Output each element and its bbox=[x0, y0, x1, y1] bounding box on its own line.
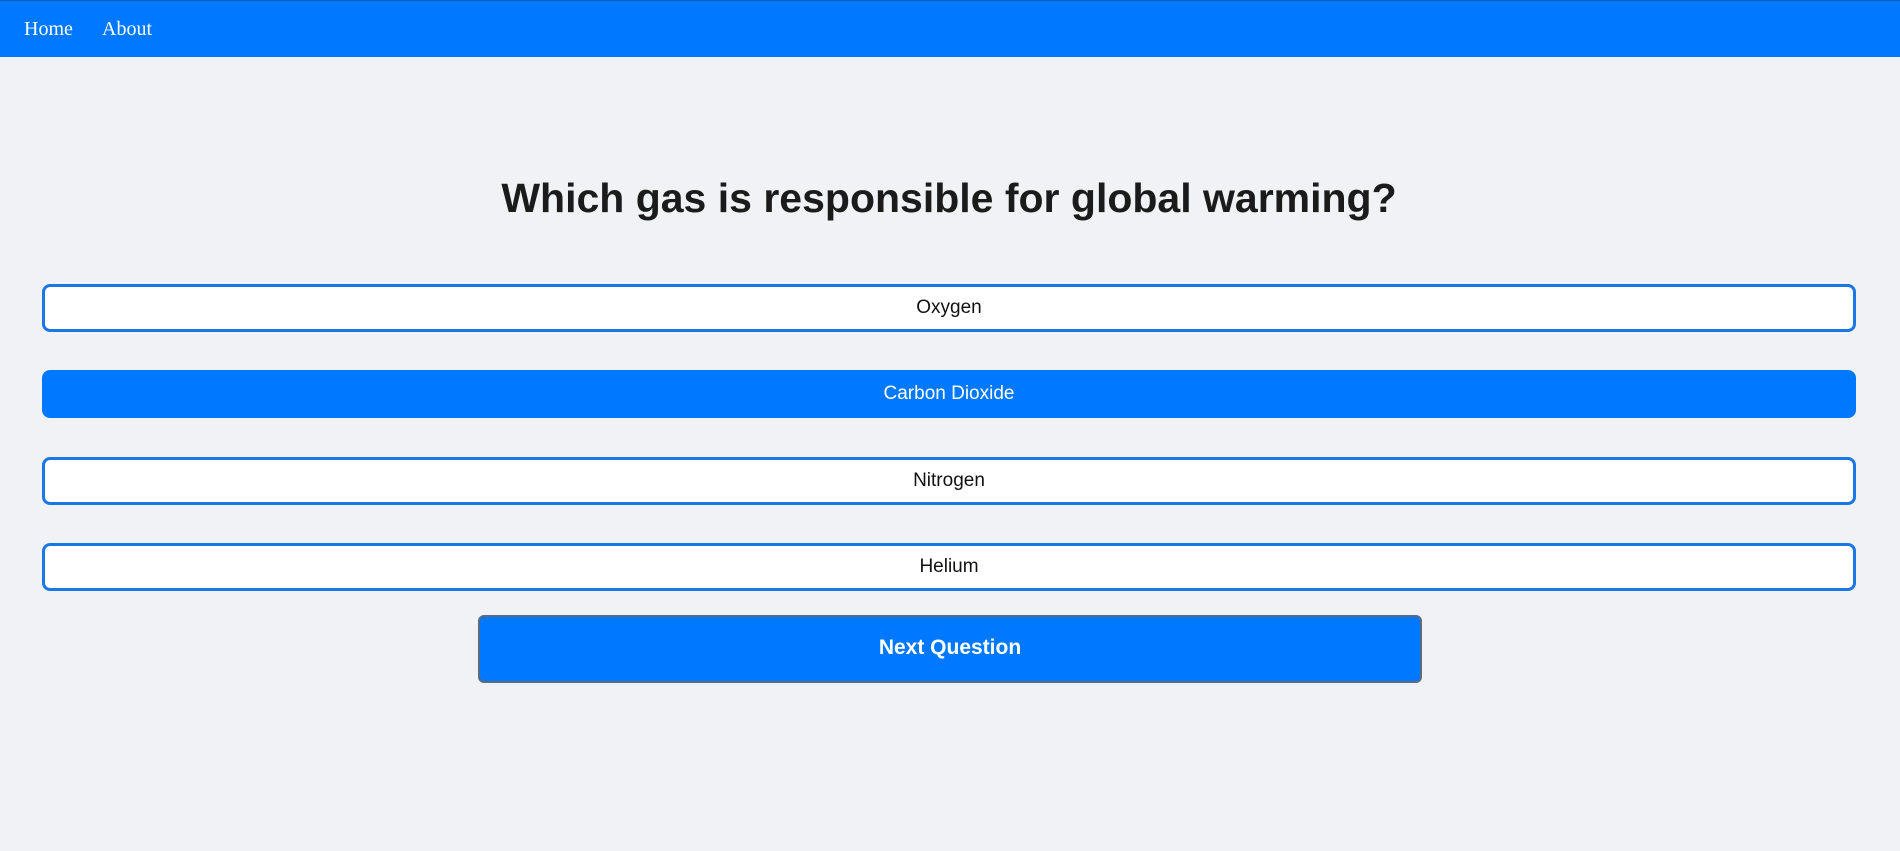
answer-option-helium[interactable]: Helium bbox=[42, 543, 1856, 591]
question-text: Which gas is responsible for global warm… bbox=[501, 175, 1397, 221]
nav-link-about[interactable]: About bbox=[102, 17, 152, 41]
answer-option-carbon-dioxide[interactable]: Carbon Dioxide bbox=[42, 370, 1856, 418]
answer-option-oxygen[interactable]: Oxygen bbox=[42, 284, 1856, 332]
next-question-button[interactable]: Next Question bbox=[478, 615, 1422, 683]
top-navbar: Home About bbox=[0, 0, 1900, 57]
nav-link-home[interactable]: Home bbox=[24, 17, 73, 41]
answer-option-nitrogen[interactable]: Nitrogen bbox=[42, 457, 1856, 505]
